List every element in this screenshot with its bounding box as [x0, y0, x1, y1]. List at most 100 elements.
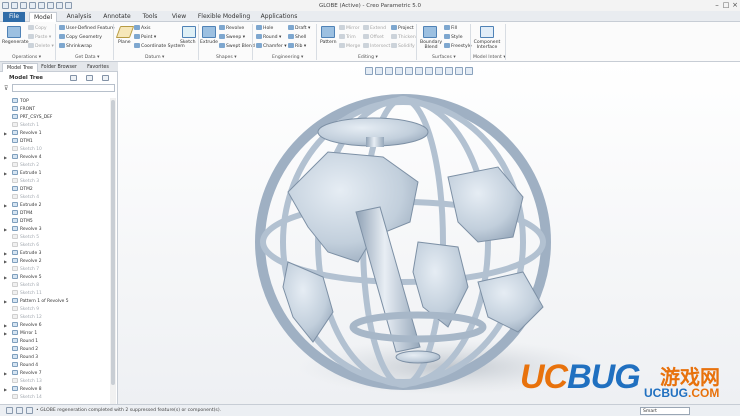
tree-item[interactable]: Sketch 14	[6, 394, 42, 402]
boundary-blend-icon[interactable]	[423, 26, 437, 38]
group-label-shapes[interactable]: Shapes ▾	[216, 55, 237, 60]
full-screen-icon[interactable]	[26, 407, 33, 414]
chamfer-button[interactable]: Chamfer ▾	[256, 43, 287, 49]
tree-item[interactable]: ▶ Mirror 1	[4, 330, 37, 338]
round-button[interactable]: Round ▾	[256, 34, 281, 40]
tree-item[interactable]: Sketch 11	[6, 290, 42, 298]
tab-file[interactable]: File	[3, 12, 25, 22]
tab-flexible-modeling[interactable]: Flexible Modeling	[196, 12, 252, 22]
expand-arrow-icon[interactable]: ▶	[4, 322, 7, 330]
graphics-viewport[interactable]	[118, 62, 740, 404]
tree-columns-icon[interactable]	[86, 75, 93, 81]
tree-item[interactable]: DTM4	[6, 210, 33, 218]
expand-arrow-icon[interactable]: ▶	[4, 298, 7, 306]
component-interface-icon[interactable]	[480, 26, 494, 38]
tree-item[interactable]: Sketch 9	[6, 306, 39, 314]
saved-orientations-icon[interactable]	[415, 67, 423, 75]
group-label-operations[interactable]: Operations ▾	[12, 55, 41, 60]
tree-item[interactable]: Sketch 6	[6, 242, 39, 250]
tree-item[interactable]: ▶ Revolve 8	[4, 386, 42, 394]
draft-button[interactable]: Draft ▾	[288, 25, 310, 31]
tree-item[interactable]: Sketch 8	[6, 282, 39, 290]
expand-arrow-icon[interactable]: ▶	[4, 386, 7, 394]
tree-item[interactable]: Round 4	[6, 362, 38, 370]
tab-favorites[interactable]: Favorites	[80, 63, 116, 72]
regenerate-button[interactable]: Regenerate	[2, 40, 29, 45]
merge-button[interactable]: Merge	[339, 43, 360, 49]
tree-item[interactable]: Sketch 7	[6, 266, 39, 274]
expand-arrow-icon[interactable]: ▶	[4, 274, 7, 282]
boundary-blend-button[interactable]: Boundary Blend	[418, 40, 444, 50]
tree-item[interactable]: ▶ Revolve 5	[4, 274, 42, 282]
tree-scrollbar[interactable]	[110, 98, 116, 404]
sketch-button[interactable]: Sketch	[180, 40, 195, 45]
tab-folder-browser[interactable]: Folder Browser	[38, 63, 80, 72]
project-button[interactable]: Project	[391, 25, 414, 31]
tree-item[interactable]: DTM2	[6, 186, 33, 194]
intersect-button[interactable]: Intersect	[363, 43, 390, 49]
tree-item[interactable]: Sketch 13	[6, 378, 42, 386]
thicken-button[interactable]: Thicken	[391, 34, 416, 40]
paste-button[interactable]: Paste ▾	[28, 34, 51, 40]
tab-analysis[interactable]: Analysis	[62, 12, 96, 22]
group-label-editing[interactable]: Editing ▾	[358, 55, 378, 60]
tree-item[interactable]: Sketch 3	[6, 178, 39, 186]
point-button[interactable]: Point ▾	[134, 34, 156, 40]
axis-button[interactable]: Axis	[134, 25, 151, 31]
tree-item[interactable]: ▶ Revolve 2	[4, 258, 42, 266]
freestyle-button[interactable]: Freestyle	[444, 43, 472, 49]
tree-item[interactable]: ▶ Revolve 7	[4, 370, 42, 378]
group-label-engineering[interactable]: Engineering ▾	[272, 55, 303, 60]
offset-button[interactable]: Offset	[363, 34, 384, 40]
delete-button[interactable]: Delete ▾	[28, 43, 54, 49]
annotation-display-icon[interactable]	[455, 67, 463, 75]
sweep-button[interactable]: Sweep ▾	[219, 34, 245, 40]
tree-item[interactable]: PRT_CSYS_DEF	[6, 114, 52, 122]
tree-item[interactable]: Round 3	[6, 354, 38, 362]
group-label-model-intent[interactable]: Model Intent ▾	[473, 55, 506, 60]
copy-button[interactable]: Copy	[28, 25, 47, 31]
zoom-in-icon[interactable]	[375, 67, 383, 75]
tab-model[interactable]: Model	[29, 12, 57, 22]
component-interface-button[interactable]: Component Interface	[472, 40, 502, 50]
expand-arrow-icon[interactable]: ▶	[4, 154, 7, 162]
pattern-icon[interactable]	[321, 26, 335, 38]
expand-arrow-icon[interactable]: ▶	[4, 226, 7, 234]
tree-search-input[interactable]	[12, 84, 115, 92]
tree-item[interactable]: ▶ Extrude 3	[4, 250, 41, 258]
pattern-button[interactable]: Pattern	[320, 40, 337, 45]
show-navigator-icon[interactable]	[6, 407, 13, 414]
group-label-surfaces[interactable]: Surfaces ▾	[432, 55, 456, 60]
zoom-out-icon[interactable]	[385, 67, 393, 75]
style-button[interactable]: Style	[444, 34, 463, 40]
user-defined-feature-button[interactable]: User-Defined Feature	[59, 25, 115, 31]
view-manager-icon[interactable]	[425, 67, 433, 75]
tree-item[interactable]: Sketch 12	[6, 314, 42, 322]
show-browser-icon[interactable]	[16, 407, 23, 414]
expand-arrow-icon[interactable]: ▶	[4, 370, 7, 378]
close-button[interactable]: ×	[730, 1, 740, 9]
tab-model-tree[interactable]: Model Tree	[2, 63, 38, 72]
repaint-icon[interactable]	[395, 67, 403, 75]
tree-filter-icon[interactable]	[70, 75, 77, 81]
expand-arrow-icon[interactable]: ▶	[4, 202, 7, 210]
expand-arrow-icon[interactable]: ▶	[4, 330, 7, 338]
sketch-icon[interactable]	[182, 26, 196, 38]
spin-center-icon[interactable]	[465, 67, 473, 75]
rib-button[interactable]: Rib ▾	[288, 43, 306, 49]
filter-icon[interactable]: ⊽	[4, 85, 8, 92]
expand-arrow-icon[interactable]: ▶	[4, 170, 7, 178]
group-label-datum[interactable]: Datum ▾	[145, 55, 164, 60]
globe-model[interactable]	[118, 62, 740, 404]
tree-item[interactable]: Sketch 4	[6, 194, 39, 202]
tree-item[interactable]: Round 2	[6, 346, 38, 354]
hole-button[interactable]: Hole	[256, 25, 273, 31]
extrude-button[interactable]: Extrude	[200, 40, 218, 45]
extrude-icon[interactable]	[202, 26, 216, 38]
tree-item[interactable]: ▶ Extrude 2	[4, 202, 41, 210]
tree-item[interactable]: Round 1	[6, 338, 38, 346]
coordinate-system-button[interactable]: Coordinate System	[134, 43, 185, 49]
group-label-get-data[interactable]: Get Data ▾	[75, 55, 99, 60]
tree-item[interactable]: Sketch 5	[6, 234, 39, 242]
trim-button[interactable]: Trim	[339, 34, 356, 40]
